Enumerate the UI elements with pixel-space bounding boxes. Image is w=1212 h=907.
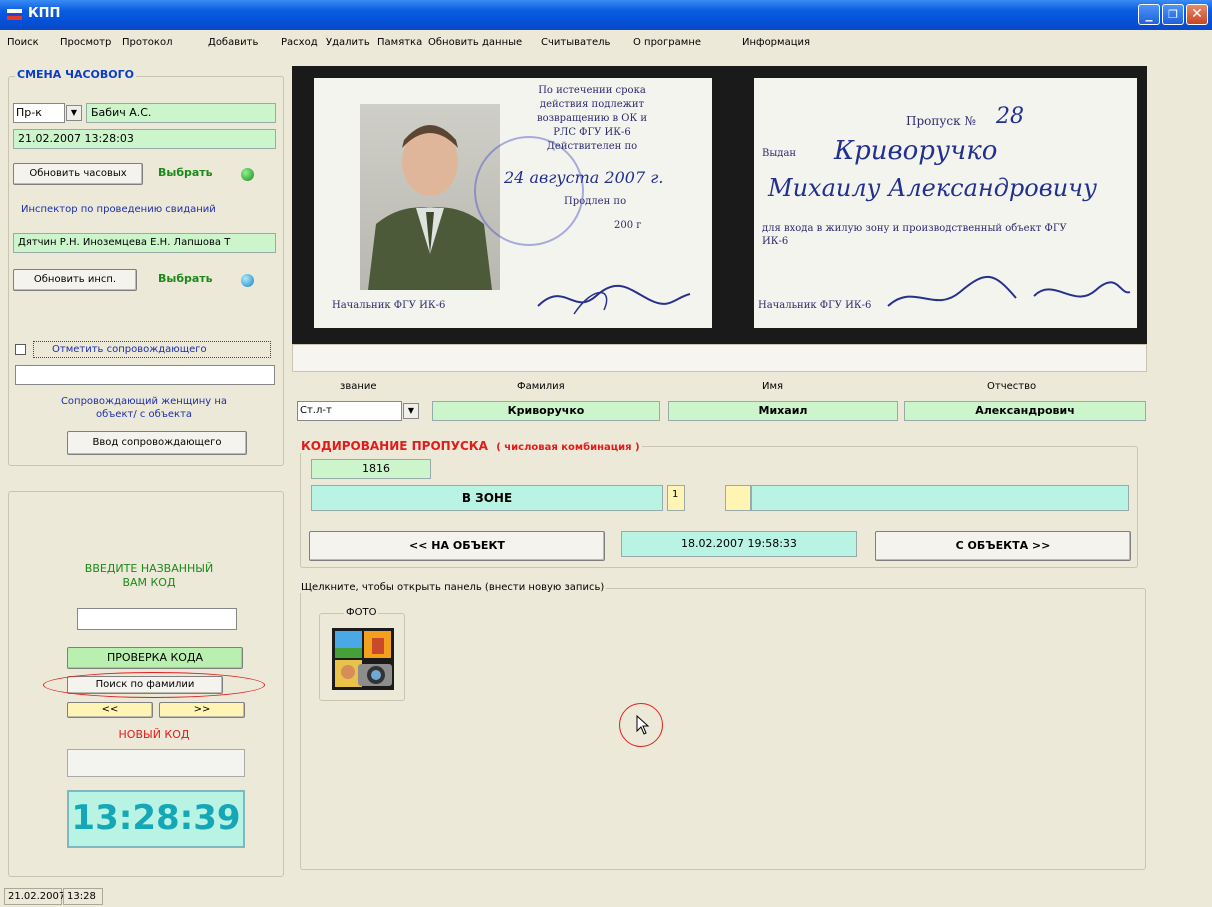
menu-about[interactable]: О програмне	[633, 37, 701, 48]
coding-group: КОДИРОВАНИЕ ПРОПУСКА ( числовая комбинац…	[299, 439, 1138, 568]
name-label: Имя	[762, 381, 784, 392]
escort-note: Сопровождающий женщину на объект/ с объе…	[60, 396, 228, 420]
zone-status-field: В ЗОНЕ	[311, 485, 663, 511]
pass-number-label: Пропуск №	[906, 114, 976, 128]
inspectors-field: Дятчин Р.Н. Иноземцева Е.Н. Лапшова Т	[13, 233, 276, 253]
shift-datetime-field: 21.02.2007 13:28:03	[13, 129, 276, 149]
pass-card-left: По истечении срока действия подлежит воз…	[314, 78, 712, 328]
menu-delete[interactable]: Удалить	[326, 37, 370, 48]
zone-extra-field	[751, 485, 1129, 511]
enter-escort-button[interactable]: Ввод сопровождающего	[67, 431, 247, 455]
app-flag-icon	[7, 9, 22, 20]
pass-code-field: 1816	[311, 459, 431, 479]
mouse-pointer-icon	[636, 715, 650, 735]
rank-label: звание	[340, 381, 377, 392]
photo-button[interactable]: ФОТО	[319, 607, 405, 701]
scan-caption-strip	[292, 344, 1147, 372]
patronymic-field: Александрович	[904, 401, 1146, 421]
photo-label: ФОТО	[344, 607, 379, 618]
record-panel[interactable]: Щелкните, чтобы открыть панель (внести н…	[299, 582, 1146, 870]
pass-card-right: Пропуск № 28 Выдан Криворучко Михаилу Ал…	[754, 78, 1137, 328]
menu-refresh-data[interactable]: Обновить данные	[428, 37, 522, 48]
status-date: 21.02.2007	[4, 888, 65, 905]
menu-bar: Поиск Просмотр Протокол Добавить Расход …	[0, 32, 1212, 54]
menu-expense[interactable]: Расход	[281, 37, 318, 48]
pass-number: 28	[996, 104, 1024, 129]
pass-right-text: для входа в жилую зону и производственны…	[762, 223, 1067, 247]
menu-search[interactable]: Поиск	[7, 37, 39, 48]
chevron-down-icon[interactable]: ▼	[66, 105, 82, 121]
pass-issued-label: Выдан	[762, 148, 797, 159]
menu-view[interactable]: Просмотр	[60, 37, 111, 48]
title-bar: КПП _ ❐ ✕	[0, 0, 1212, 30]
pass-extended-year: 200 г	[614, 220, 642, 231]
name-field: Михаил	[668, 401, 898, 421]
pass-scan: По истечении срока действия подлежит воз…	[292, 66, 1147, 344]
close-icon[interactable]: ✕	[1186, 4, 1208, 25]
shift-group-title: СМЕНА ЧАСОВОГО	[15, 68, 137, 81]
minimize-icon[interactable]: _	[1138, 4, 1160, 25]
to-object-button[interactable]: << НА ОБЪЕКТ	[309, 531, 605, 561]
window-title: КПП	[28, 6, 61, 21]
select-inspector-link[interactable]: Выбрать	[158, 272, 213, 285]
stamp-seal	[474, 136, 584, 246]
zone-flag-field	[725, 485, 751, 511]
menu-reader[interactable]: Считыватель	[541, 37, 610, 48]
transit-timestamp-field: 18.02.2007 19:58:33	[621, 531, 857, 557]
new-code-label: НОВЫЙ КОД	[118, 728, 190, 741]
menu-memo[interactable]: Памятка	[377, 37, 422, 48]
surname-field: Криворучко	[432, 401, 660, 421]
zone-count-field: 1	[667, 485, 685, 511]
status-time: 13:28	[63, 888, 103, 905]
menu-info[interactable]: Информация	[742, 37, 810, 48]
maximize-icon[interactable]: ❐	[1162, 4, 1184, 25]
clock-display: 13:28:39	[67, 790, 245, 848]
pass-handwritten-name: Михаилу Александровичу	[768, 174, 1098, 202]
mark-escort-checkbox[interactable]	[15, 344, 26, 355]
coding-title: КОДИРОВАНИЕ ПРОПУСКА ( числовая комбинац…	[299, 439, 642, 453]
inspector-status-indicator	[241, 274, 254, 287]
refresh-inspectors-button[interactable]: Обновить инсп.	[13, 269, 137, 291]
check-code-button[interactable]: ПРОВЕРКА КОДА	[67, 647, 243, 669]
surname-label: Фамилия	[517, 381, 565, 392]
code-prompt: ВВЕДИТЕ НАЗВАННЫЙ ВАМ КОД	[84, 562, 214, 589]
rank-select[interactable]: Пр-к	[13, 103, 65, 123]
signature-right	[887, 275, 1131, 307]
person-rank-select[interactable]: Ст.л-т	[297, 401, 402, 421]
pass-left-chief: Начальник ФГУ ИК-6	[332, 300, 446, 311]
menu-protocol[interactable]: Протокол	[122, 37, 172, 48]
mark-escort-label[interactable]: Отметить сопровождающего	[33, 341, 271, 358]
camera-photo-icon	[332, 628, 396, 692]
pass-handwritten-surname: Криворучко	[834, 136, 998, 166]
escort-input[interactable]	[15, 365, 275, 385]
inspector-title: Инспектор по проведению свиданий	[21, 204, 216, 215]
chevron-down-icon[interactable]: ▼	[403, 403, 419, 419]
new-code-field	[67, 749, 245, 777]
select-guard-link[interactable]: Выбрать	[158, 166, 213, 179]
signature-left	[537, 284, 691, 315]
code-group: ВВЕДИТЕ НАЗВАННЫЙ ВАМ КОД ПРОВЕРКА КОДА …	[8, 491, 284, 877]
highlight-circle	[43, 672, 265, 698]
code-input[interactable]	[77, 608, 237, 630]
patronymic-label: Отчество	[987, 381, 1037, 392]
record-panel-hint: Щелкните, чтобы открыть панель (внести н…	[299, 582, 607, 593]
guard-status-indicator	[241, 168, 254, 181]
guard-name-field[interactable]: Бабич А.С.	[86, 103, 276, 123]
pass-right-chief: Начальник ФГУ ИК-6	[758, 300, 872, 311]
from-object-button[interactable]: С ОБЪЕКТА >>	[875, 531, 1131, 561]
shift-group: СМЕНА ЧАСОВОГО Пр-к ▼ Бабич А.С. 21.02.2…	[8, 68, 284, 466]
prev-button[interactable]: <<	[67, 702, 153, 718]
menu-add[interactable]: Добавить	[208, 37, 258, 48]
refresh-guards-button[interactable]: Обновить часовых	[13, 163, 143, 185]
next-button[interactable]: >>	[159, 702, 245, 718]
